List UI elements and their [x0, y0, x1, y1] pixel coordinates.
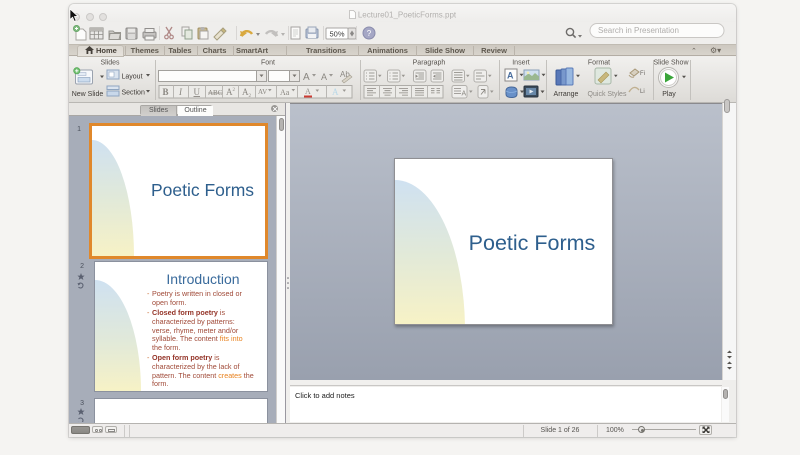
svg-text:Slide Show: Slide Show	[653, 60, 689, 67]
svg-text:Layout: Layout	[122, 74, 143, 81]
svg-text:New Slide: New Slide	[72, 91, 104, 98]
svg-text:Arrange: Arrange	[554, 91, 579, 98]
svg-text:A: A	[462, 91, 467, 98]
svg-text:Font: Font	[261, 60, 275, 67]
svg-text:Play: Play	[662, 91, 676, 98]
svg-text:A: A	[305, 87, 311, 96]
svg-text:Slides: Slides	[100, 60, 120, 67]
svg-text:AV: AV	[258, 88, 267, 96]
svg-text:Fi: Fi	[640, 71, 645, 77]
svg-text:Insert: Insert	[512, 60, 530, 67]
svg-text:Paragraph: Paragraph	[413, 60, 446, 67]
svg-text:U: U	[194, 87, 201, 97]
svg-text:A: A	[507, 71, 514, 81]
svg-text:ABC: ABC	[208, 89, 223, 97]
svg-text:Format: Format	[588, 60, 610, 67]
svg-text:Section: Section	[122, 90, 145, 97]
svg-text:A: A	[321, 72, 327, 82]
svg-text:50%: 50%	[329, 30, 344, 39]
svg-text:Search in Presentation: Search in Presentation	[598, 26, 679, 35]
svg-text:A: A	[332, 87, 339, 97]
svg-text:Aa: Aa	[280, 88, 290, 97]
svg-text:Li: Li	[640, 89, 645, 95]
svg-text:?: ?	[367, 29, 372, 38]
svg-text:A: A	[303, 72, 310, 83]
svg-text:B: B	[163, 87, 169, 97]
svg-text:Quick Styles: Quick Styles	[588, 91, 627, 98]
